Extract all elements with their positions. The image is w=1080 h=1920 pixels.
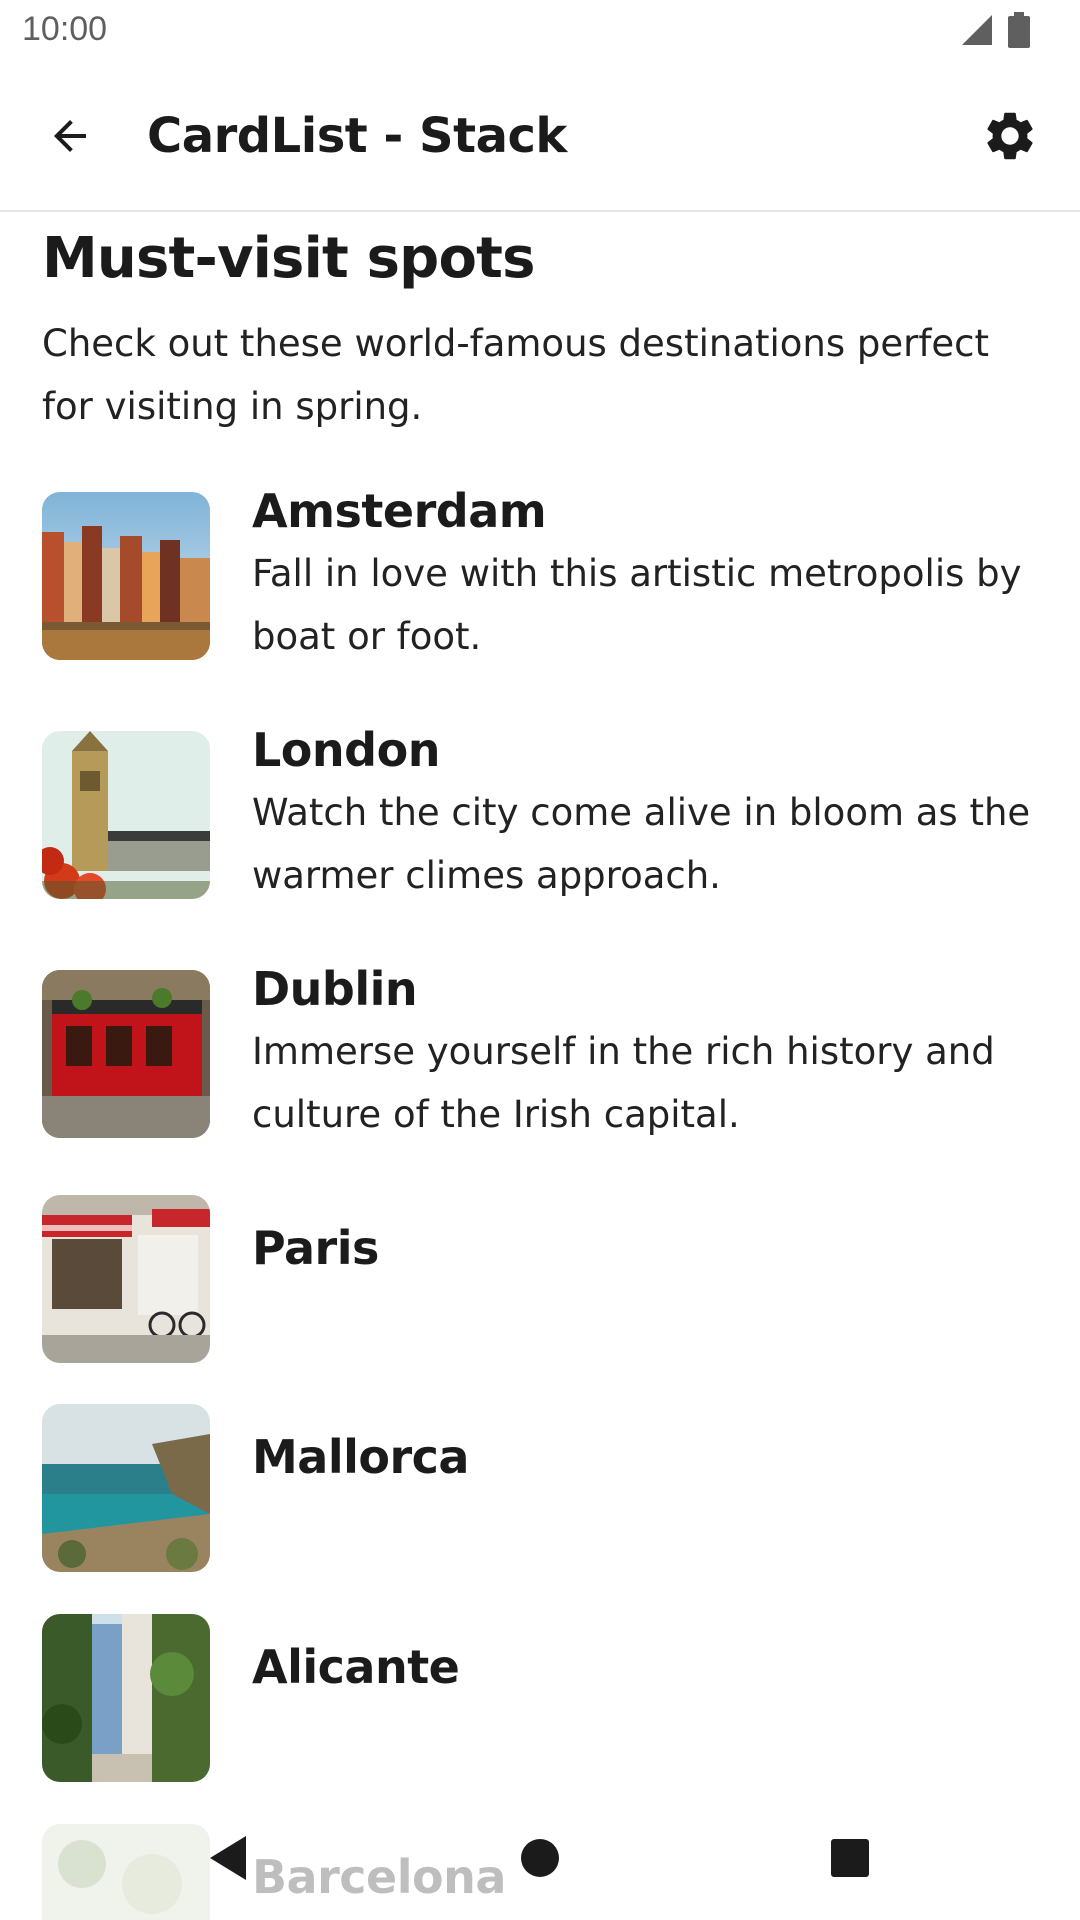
arrow-back-icon <box>46 112 94 164</box>
alicante-image <box>42 1614 210 1782</box>
list-item-dublin[interactable]: Dublin Immerse yourself in the rich hist… <box>42 962 1042 1138</box>
mallorca-image <box>42 1404 210 1572</box>
gear-icon <box>981 107 1039 169</box>
settings-button[interactable] <box>978 106 1042 170</box>
card-title: Mallorca <box>252 1430 469 1484</box>
list-item-amsterdam[interactable]: Amsterdam Fall in love with this artisti… <box>42 484 1042 660</box>
london-image <box>42 731 210 899</box>
system-nav-bar <box>0 1800 1080 1920</box>
status-time: 10:00 <box>22 10 108 48</box>
nav-home-button[interactable] <box>508 1828 572 1892</box>
status-icons <box>960 12 1030 52</box>
card-title: London <box>252 723 440 777</box>
list-item-mallorca[interactable]: Mallorca <box>42 1404 1042 1572</box>
nav-recents-button[interactable] <box>818 1828 882 1892</box>
list-item-paris[interactable]: Paris <box>42 1195 1042 1363</box>
nav-back-button[interactable] <box>196 1828 260 1892</box>
signal-icon <box>960 13 994 51</box>
circle-home-icon <box>520 1838 560 1882</box>
page-title: CardList - Stack <box>147 108 567 164</box>
list-item-alicante[interactable]: Alicante <box>42 1614 1042 1782</box>
list-item-london[interactable]: London Watch the city come alive in bloo… <box>42 723 1042 899</box>
triangle-back-icon <box>206 1834 250 1886</box>
square-recents-icon <box>830 1838 870 1882</box>
card-title: Alicante <box>252 1640 460 1694</box>
card-title: Paris <box>252 1221 379 1275</box>
dublin-image <box>42 970 210 1138</box>
card-list[interactable]: Must-visit spots Check out these world-f… <box>0 212 1080 1920</box>
section-heading: Must-visit spots <box>42 226 535 291</box>
paris-image <box>42 1195 210 1363</box>
card-description: Fall in love with this artistic metropol… <box>252 552 1022 658</box>
card-title: Dublin <box>252 962 418 1016</box>
card-description: Watch the city come alive in bloom as th… <box>252 791 1031 897</box>
card-description: Immerse yourself in the rich history and… <box>252 1030 995 1136</box>
amsterdam-image <box>42 492 210 660</box>
card-title: Amsterdam <box>252 484 547 538</box>
status-bar: 10:00 <box>0 0 1080 64</box>
section-description: Check out these world-famous destination… <box>42 322 990 428</box>
back-button[interactable] <box>40 108 100 168</box>
battery-icon <box>1008 12 1030 52</box>
app-bar: CardList - Stack <box>0 64 1080 212</box>
